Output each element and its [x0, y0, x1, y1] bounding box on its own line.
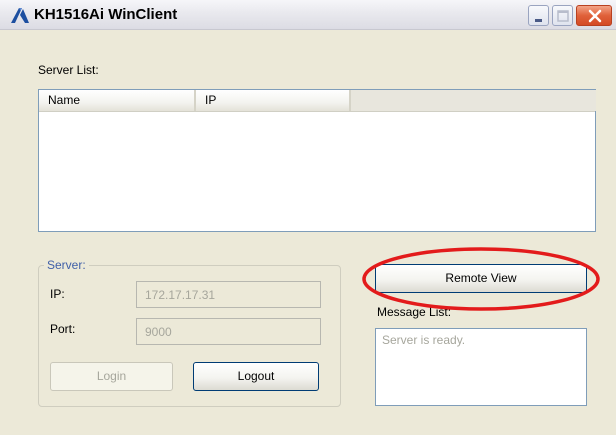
column-header-ip[interactable]: IP — [196, 90, 351, 111]
message-item: Server is ready. — [382, 333, 466, 347]
close-icon — [588, 9, 602, 23]
server-list-header: Name IP — [39, 90, 596, 112]
window-title: KH1516Ai WinClient — [34, 6, 178, 23]
app-logo-icon — [10, 6, 30, 24]
login-button[interactable]: Login — [50, 362, 173, 391]
logout-button[interactable]: Logout — [193, 362, 319, 391]
title-bar[interactable]: KH1516Ai WinClient — [0, 0, 616, 30]
port-label: Port: — [50, 322, 76, 336]
ip-label: IP: — [50, 287, 65, 301]
minimize-button[interactable] — [528, 5, 549, 26]
remote-view-button[interactable]: Remote View — [375, 264, 587, 293]
minimize-icon — [535, 19, 542, 22]
maximize-icon — [557, 10, 569, 22]
ip-field[interactable] — [136, 281, 321, 308]
server-group-title: Server: — [44, 258, 89, 272]
message-list-label: Message List: — [377, 305, 452, 319]
server-list-label: Server List: — [38, 63, 99, 77]
port-field[interactable] — [136, 318, 321, 345]
message-list-box[interactable]: Server is ready. — [375, 328, 587, 406]
app-window: KH1516Ai WinClient Server List: Name IP — [0, 0, 616, 435]
column-header-name[interactable]: Name — [39, 90, 196, 111]
close-button[interactable] — [576, 5, 612, 26]
server-list-table[interactable]: Name IP — [38, 89, 596, 232]
maximize-button[interactable] — [552, 5, 573, 26]
column-header-filler — [351, 90, 596, 111]
